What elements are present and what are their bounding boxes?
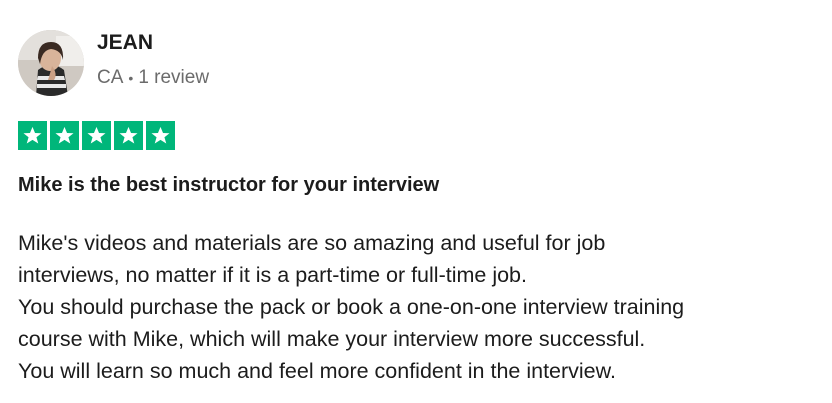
star-box — [82, 121, 111, 150]
star-icon — [151, 126, 170, 144]
review-body-line: You will learn so much and feel more con… — [18, 359, 616, 383]
review-body-line: interviews, no matter if it is a part-ti… — [18, 263, 527, 287]
reviewer-meta: CA • 1 review — [97, 66, 209, 90]
reviewer-info: JEAN CA • 1 review — [97, 31, 209, 90]
star-rating — [18, 121, 178, 150]
review-body-line: Mike's videos and materials are so amazi… — [18, 231, 606, 255]
star-box — [18, 121, 47, 150]
star-icon — [119, 126, 138, 144]
star-box — [50, 121, 79, 150]
meta-separator: • — [128, 70, 134, 86]
reviewer-header: JEAN CA • 1 review — [18, 30, 209, 96]
reviewer-review-count: 1 review — [138, 67, 210, 88]
review-title[interactable]: Mike is the best instructor for your int… — [18, 171, 439, 199]
star-box — [114, 121, 143, 150]
reviewer-country: CA — [97, 67, 124, 88]
user-photo-icon — [18, 30, 84, 96]
star-icon — [55, 126, 74, 144]
review-body-line: You should purchase the pack or book a o… — [18, 295, 685, 319]
star-box — [146, 121, 175, 150]
star-icon — [23, 126, 42, 144]
review-card: JEAN CA • 1 review Mike is the best inst… — [0, 0, 832, 403]
star-icon — [87, 126, 106, 144]
review-body-line: course with Mike, which will make your i… — [18, 327, 646, 351]
avatar[interactable] — [18, 30, 84, 96]
reviewer-name[interactable]: JEAN — [97, 30, 209, 56]
review-body: Mike's videos and materials are so amazi… — [18, 227, 818, 387]
